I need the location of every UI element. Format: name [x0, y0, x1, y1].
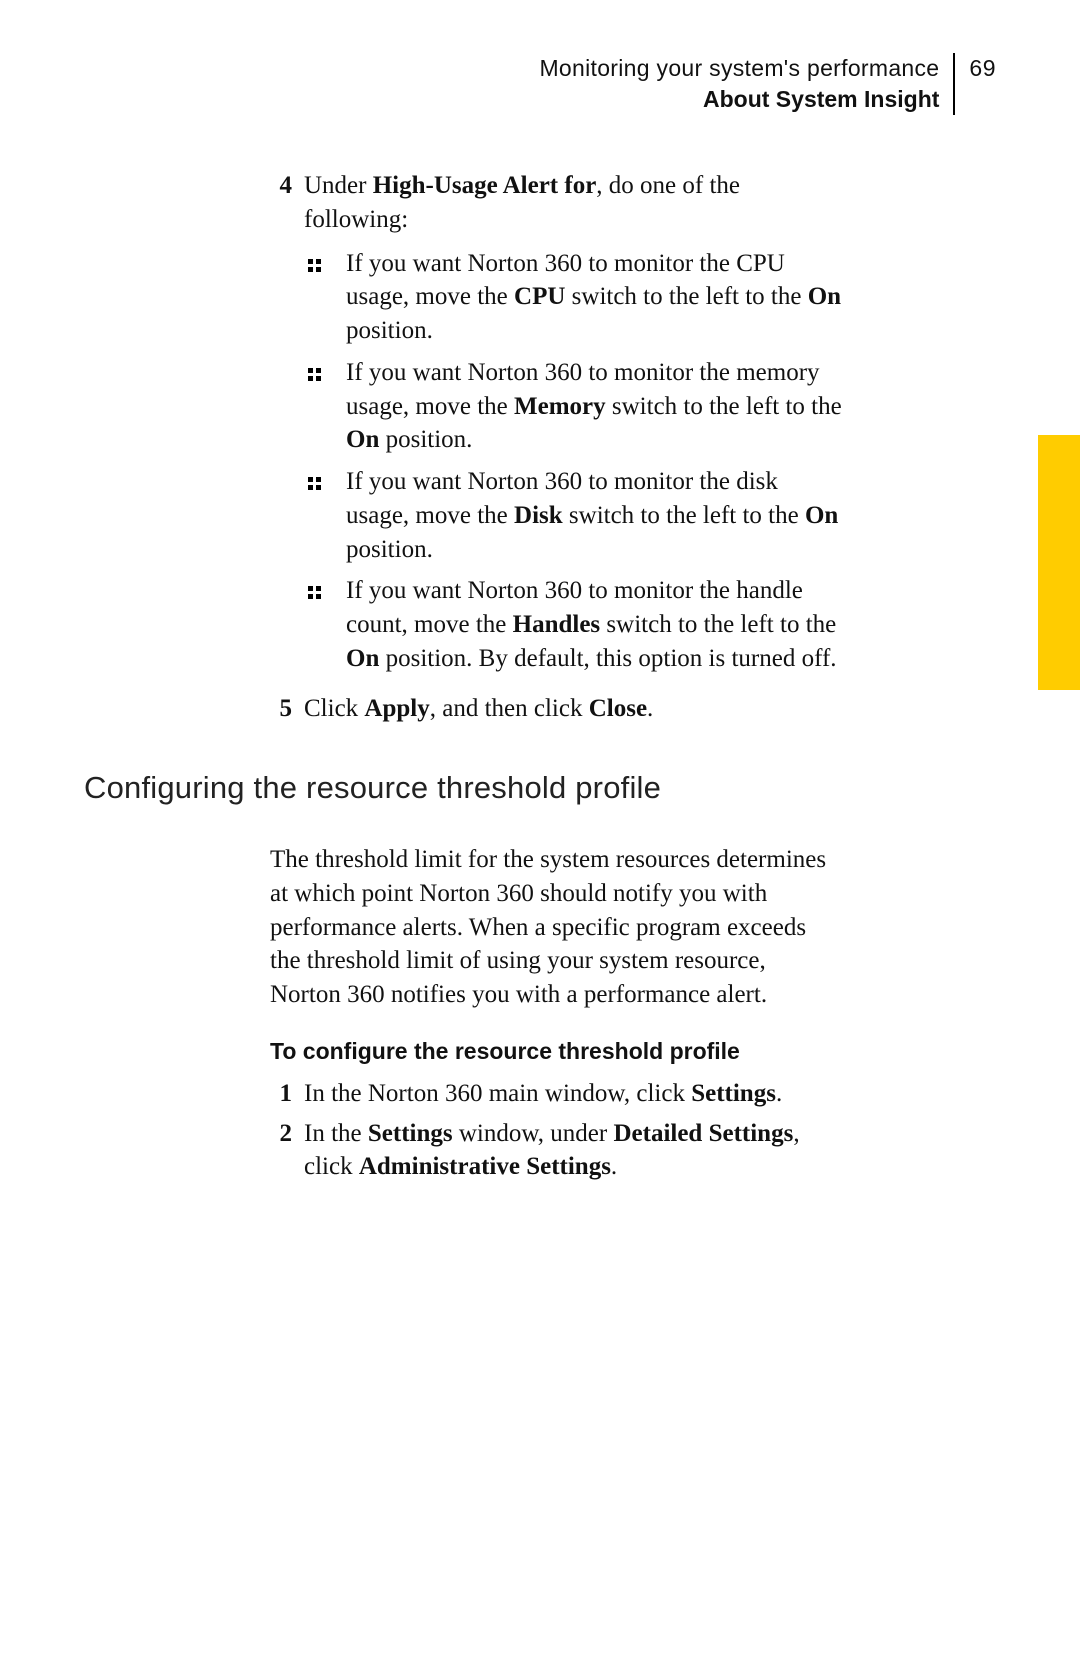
- square-bullet-icon: [308, 477, 322, 491]
- step-text: .: [776, 1080, 782, 1107]
- ui-term: CPU: [514, 283, 565, 310]
- bullet-text: switch to the left to the: [606, 393, 842, 420]
- step-text: Under: [304, 172, 373, 199]
- running-header-chapter: Monitoring your system's performance: [539, 53, 939, 84]
- procedure-step-5: 5 Click Apply, and then click Close.: [270, 692, 842, 726]
- section-tab: [1038, 435, 1080, 690]
- ui-term: On: [346, 645, 379, 672]
- ui-term: On: [805, 502, 838, 529]
- task-step-1: 1 In the Norton 360 main window, click S…: [270, 1077, 842, 1111]
- bullet-item: If you want Norton 360 to monitor the ha…: [308, 574, 842, 675]
- square-bullet-icon: [308, 586, 322, 600]
- bullet-text: switch to the left to the: [563, 502, 805, 529]
- ui-term: Close: [589, 695, 647, 722]
- step-text: .: [647, 695, 653, 722]
- ui-term: Administrative Settings: [359, 1153, 611, 1180]
- ui-term: On: [346, 426, 379, 453]
- ui-term: Memory: [514, 393, 606, 420]
- bullet-text: switch to the left to the: [565, 283, 807, 310]
- step-text: Click: [304, 695, 364, 722]
- ui-term: Detailed Settings: [613, 1120, 793, 1147]
- step-text: window, under: [453, 1120, 614, 1147]
- task-step-2: 2 In the Settings window, under Detailed…: [270, 1117, 842, 1185]
- step-text: .: [611, 1153, 617, 1180]
- section-paragraph: The threshold limit for the system resou…: [270, 843, 842, 1012]
- ui-term: Disk: [514, 502, 563, 529]
- ui-term: Apply: [364, 695, 429, 722]
- document-page: Monitoring your system's performance Abo…: [0, 0, 1080, 1680]
- bullet-text: position. By default, this option is tur…: [379, 645, 836, 672]
- step-number: 2: [270, 1117, 304, 1185]
- procedure-step-4: 4 Under High-Usage Alert for, do one of …: [270, 169, 842, 684]
- running-header-section: About System Insight: [539, 84, 939, 115]
- ui-term: Handles: [513, 611, 601, 638]
- bullet-text: position.: [346, 536, 433, 563]
- task-heading: To configure the resource threshold prof…: [270, 1036, 842, 1067]
- bullet-text: switch to the left to the: [600, 611, 836, 638]
- step-text: , and then click: [430, 695, 589, 722]
- bullet-text: position.: [379, 426, 472, 453]
- ui-term: Settings: [368, 1120, 453, 1147]
- step-number: 1: [270, 1077, 304, 1111]
- step-number: 5: [270, 692, 304, 726]
- square-bullet-icon: [308, 259, 322, 273]
- section-heading: Configuring the resource threshold profi…: [84, 767, 996, 809]
- bullet-item: If you want Norton 360 to monitor the CP…: [308, 247, 842, 348]
- ui-term: On: [808, 283, 841, 310]
- bullet-item: If you want Norton 360 to monitor the me…: [308, 356, 842, 457]
- ui-term: High-Usage Alert for: [373, 172, 597, 199]
- bullet-text: position.: [346, 317, 433, 344]
- step-number: 4: [270, 169, 304, 684]
- bullet-item: If you want Norton 360 to monitor the di…: [308, 465, 842, 566]
- running-header: Monitoring your system's performance Abo…: [84, 53, 996, 115]
- square-bullet-icon: [308, 368, 322, 382]
- page-number: 69: [955, 53, 996, 115]
- ui-term: Settings: [691, 1080, 776, 1107]
- step-text: In the: [304, 1120, 368, 1147]
- step-text: In the Norton 360 main window, click: [304, 1080, 691, 1107]
